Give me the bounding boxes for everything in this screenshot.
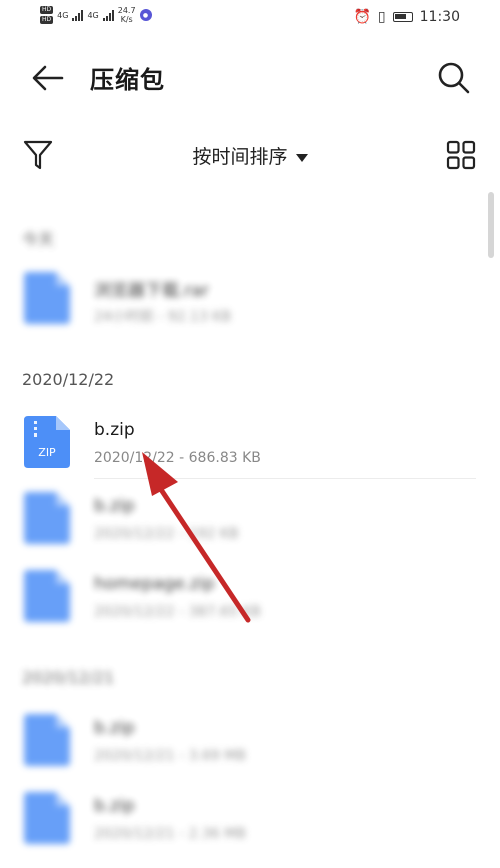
file-row-b-zip[interactable]: ZIP b.zip 2020/12/22 - 686.83 KB <box>0 416 500 492</box>
alarm-icon: ⏰ <box>353 9 371 25</box>
divider <box>94 478 476 479</box>
file-meta: 2020/12/21 - 2.36 MB <box>94 826 246 842</box>
file-row[interactable]: 浏览器下载.rar 24小时前 - 92.13 KB <box>0 272 500 348</box>
zip-file-icon <box>24 272 70 324</box>
file-meta: 2020/12/22 - 686.83 KB <box>94 450 261 466</box>
app-header: 压缩包 <box>0 48 500 108</box>
file-name: homepage.zip <box>94 574 215 594</box>
file-row[interactable]: b.zip 2020/12/21 - 3.69 MB <box>0 714 500 790</box>
speed-value: 24.7 <box>117 6 136 15</box>
file-meta: 24小时前 - 92.13 KB <box>94 309 232 325</box>
vibrate-icon: ▯ <box>377 9 386 25</box>
hd-badge-1: HD <box>40 6 54 14</box>
file-name: b.zip <box>94 796 135 816</box>
grid-view-icon[interactable] <box>446 140 476 170</box>
signal-icon <box>72 9 84 21</box>
file-row[interactable]: homepage.zip 2020/12/22 - 387.65 KB <box>0 570 500 646</box>
caret-down-icon <box>295 153 308 162</box>
toolbar: 按时间排序 <box>0 130 500 180</box>
notification-icon: ● <box>139 9 152 21</box>
zip-label: ZIP <box>38 446 56 459</box>
network-speed: 24.7 K/s <box>118 6 136 24</box>
network-type-2: 4G <box>87 10 99 20</box>
section-header-today: 今天 <box>22 230 55 249</box>
file-name: 浏览器下载.rar <box>94 281 209 301</box>
file-name: b.zip <box>94 420 135 440</box>
search-icon[interactable] <box>436 60 472 96</box>
zip-file-icon <box>24 492 70 544</box>
status-bar: HD HD 4G 4G 24.7 K/s ● ⏰ ▯ 11:30 <box>0 0 500 38</box>
file-row[interactable]: b.zip 2020/12/22 - 192 KB <box>0 492 500 568</box>
hd-badges: HD HD <box>40 6 54 24</box>
section-header-2020-12-22: 2020/12/22 <box>22 370 115 389</box>
back-arrow-icon[interactable] <box>30 62 66 94</box>
clock: 11:30 <box>419 9 460 25</box>
section-header-2020-12-21: 2020/12/21 <box>22 668 115 687</box>
file-meta: 2020/12/21 - 3.69 MB <box>94 748 246 764</box>
zip-file-icon <box>24 714 70 766</box>
file-meta: 2020/12/22 - 192 KB <box>94 526 239 542</box>
hd-badge-2: HD <box>40 16 54 24</box>
page-title: 压缩包 <box>90 66 165 94</box>
status-bar-right: ⏰ ▯ 11:30 <box>353 9 460 25</box>
network-type-1: 4G <box>57 10 69 20</box>
sort-dropdown[interactable]: 按时间排序 <box>0 142 500 169</box>
zip-file-icon <box>24 570 70 622</box>
signal-icon <box>102 9 114 21</box>
file-name: b.zip <box>94 496 135 516</box>
file-meta: 2020/12/22 - 387.65 KB <box>94 604 261 620</box>
status-bar-left: HD HD 4G 4G 24.7 K/s ● <box>40 6 152 24</box>
sort-label: 按时间排序 <box>192 146 288 168</box>
speed-unit: K/s <box>120 15 133 24</box>
battery-icon <box>392 12 413 22</box>
file-row[interactable]: b.zip 2020/12/21 - 2.36 MB <box>0 792 500 868</box>
file-name: b.zip <box>94 718 135 738</box>
zip-file-icon: ZIP <box>24 416 70 468</box>
scrollbar[interactable] <box>488 192 494 258</box>
zip-file-icon <box>24 792 70 844</box>
